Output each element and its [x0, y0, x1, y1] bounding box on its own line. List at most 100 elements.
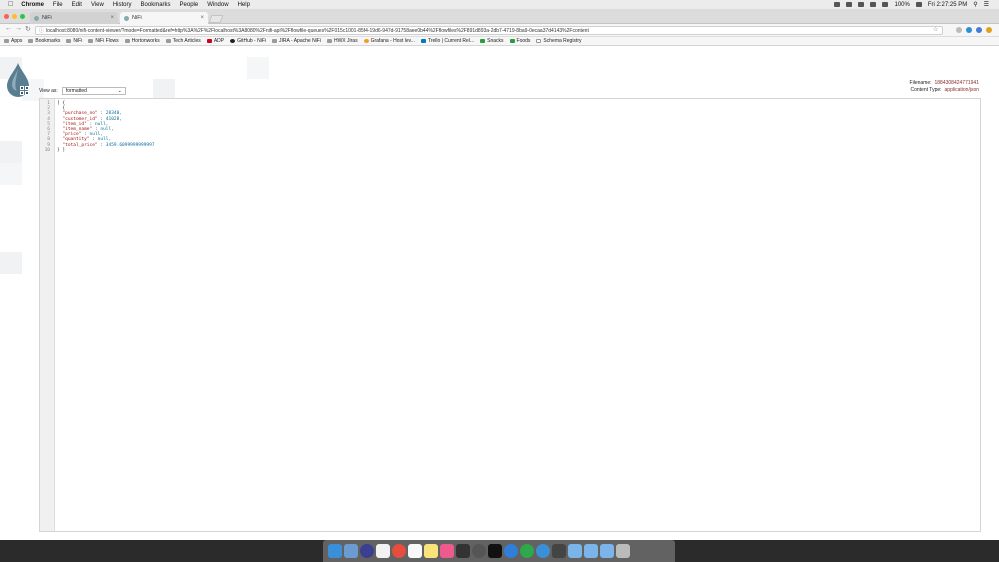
- launchpad-icon[interactable]: [344, 544, 358, 558]
- filename-label: Filename:: [909, 80, 932, 86]
- bookmark-hwx-jiras[interactable]: HWX Jiras: [326, 38, 358, 44]
- macos-menu-bar:  Chrome File Edit View History Bookmark…: [0, 0, 999, 9]
- line-number: 10: [44, 147, 50, 153]
- grafana-icon: [363, 39, 369, 43]
- cloud-icon[interactable]: [846, 2, 853, 7]
- bookmark-bookmarks[interactable]: Bookmarks: [28, 38, 60, 44]
- activity-monitor-icon[interactable]: [456, 544, 470, 558]
- dock: [323, 540, 675, 562]
- code-editor[interactable]: 1 2 3 4 5 6 7 8 9 10 [ { { "purchase_no" : 28340,…: [39, 98, 981, 532]
- bookmark-trello[interactable]: Trello | Current Rel...: [420, 38, 474, 44]
- code-line: } ]: [57, 147, 66, 153]
- new-tab-button[interactable]: [208, 15, 224, 23]
- battery-icon[interactable]: [915, 2, 922, 7]
- clock[interactable]: Fri 2:27:25 PM: [928, 2, 967, 8]
- spotify-icon[interactable]: [520, 544, 534, 558]
- bookmarks-bar: Apps Bookmarks NiFi NiFi Flows Hortonwor…: [0, 37, 999, 46]
- extension-icon[interactable]: [976, 27, 982, 33]
- menu-bookmarks[interactable]: Bookmarks: [141, 2, 171, 8]
- wifi-icon[interactable]: [870, 2, 877, 7]
- menu-edit[interactable]: Edit: [72, 2, 82, 8]
- trello-icon: [420, 39, 426, 43]
- sheet-icon: [509, 39, 515, 43]
- forward-arrow-icon[interactable]: →: [15, 25, 22, 32]
- folder-icon: [165, 39, 171, 43]
- reminders-icon[interactable]: [408, 544, 422, 558]
- line-number-gutter: 1 2 3 4 5 6 7 8 9 10: [40, 99, 55, 531]
- finder-icon[interactable]: [328, 544, 342, 558]
- search-icon[interactable]: ⚲: [973, 1, 977, 8]
- bookmark-star-icon[interactable]: ☆: [933, 26, 938, 33]
- maximize-window-button[interactable]: [20, 14, 25, 19]
- battery-percent[interactable]: 100%: [894, 2, 909, 8]
- close-window-button[interactable]: [4, 14, 9, 19]
- menu-view[interactable]: View: [91, 2, 104, 8]
- menu-people[interactable]: People: [180, 2, 199, 8]
- folder-icon[interactable]: [584, 544, 598, 558]
- extension-icon[interactable]: [956, 27, 962, 33]
- view-as-value: formatted: [65, 88, 87, 94]
- volume-icon[interactable]: [882, 2, 889, 7]
- downloads-folder-icon[interactable]: [600, 544, 614, 558]
- bookmark-grafana[interactable]: Grafana - Host lev...: [363, 38, 415, 44]
- bookmark-jira-nifi[interactable]: JIRA - Apache NiFi: [272, 38, 321, 44]
- bookmark-schema-registry[interactable]: Schema Registry: [536, 38, 582, 44]
- filename-value: 1884308424771941: [934, 80, 980, 86]
- bookmark-github-nifi[interactable]: GitHub - NiFi: [230, 38, 266, 44]
- terminal-icon[interactable]: [488, 544, 502, 558]
- bookmark-hortonworks[interactable]: Hortonworks: [124, 38, 160, 44]
- trash-icon[interactable]: [616, 544, 630, 558]
- chrome-icon[interactable]: [392, 544, 406, 558]
- tab-nifi-2[interactable]: NiFi ×: [120, 12, 208, 24]
- folder-icon[interactable]: [552, 544, 566, 558]
- status-icon[interactable]: [834, 2, 841, 7]
- back-arrow-icon[interactable]: ←: [5, 25, 12, 32]
- tab-title: NiFi: [132, 15, 142, 21]
- url-text: localhost:8080/nifi-content-viewer/?mode…: [46, 28, 589, 34]
- tab-bar: NiFi × NiFi ×: [0, 9, 999, 24]
- globe-icon[interactable]: [536, 544, 550, 558]
- close-tab-icon[interactable]: ×: [200, 12, 204, 24]
- apple-icon[interactable]: : [8, 1, 13, 8]
- bookmark-snacks[interactable]: Snacks: [480, 38, 504, 44]
- bookmark-nifi-flows[interactable]: NiFi Flows: [88, 38, 119, 44]
- content-viewer-page: View as: formatted ⌄ Filename: 1884308424…: [0, 47, 999, 540]
- menu-window[interactable]: Window: [207, 2, 228, 8]
- close-tab-icon[interactable]: ×: [110, 12, 114, 24]
- calendar-icon[interactable]: [376, 544, 390, 558]
- folder-icon[interactable]: [568, 544, 582, 558]
- minimize-window-button[interactable]: [12, 14, 17, 19]
- menu-list-icon[interactable]: ☰: [984, 1, 989, 8]
- bookmark-foods[interactable]: Foods: [509, 38, 530, 44]
- folder-icon: [124, 39, 130, 43]
- address-bar[interactable]: ⓘ localhost:8080/nifi-content-viewer/?mo…: [35, 26, 943, 35]
- background-tile: [0, 141, 22, 163]
- messages-icon[interactable]: [504, 544, 518, 558]
- notes-icon[interactable]: [424, 544, 438, 558]
- bookmark-tech-articles[interactable]: Tech Articles: [165, 38, 201, 44]
- bookmark-apps[interactable]: Apps: [4, 38, 22, 44]
- extension-icon[interactable]: [966, 27, 972, 33]
- info-icon[interactable]: ⓘ: [39, 27, 44, 34]
- view-as-label: View as:: [39, 88, 58, 94]
- menu-help[interactable]: Help: [238, 2, 250, 8]
- folder-icon: [66, 39, 72, 43]
- menu-history[interactable]: History: [113, 2, 132, 8]
- status-area: 100% Fri 2:27:25 PM ⚲ ☰: [834, 0, 989, 9]
- menu-file[interactable]: File: [53, 2, 63, 8]
- chevron-down-icon: ⌄: [117, 88, 122, 94]
- sheet-icon: [480, 39, 486, 43]
- eclipse-icon[interactable]: [360, 544, 374, 558]
- tab-nifi-1[interactable]: NiFi ×: [30, 12, 118, 24]
- profile-icon[interactable]: [986, 27, 992, 33]
- display-icon[interactable]: [858, 2, 865, 7]
- system-preferences-icon[interactable]: [472, 544, 486, 558]
- bookmark-nifi[interactable]: NiFi: [66, 38, 82, 44]
- bookmark-adp[interactable]: ADP: [206, 38, 224, 44]
- reload-icon[interactable]: ↻: [25, 25, 31, 33]
- view-as-control: View as: formatted ⌄: [39, 87, 126, 95]
- browser-window: NiFi × NiFi × ← → ↻ ⓘ localhost:8080/nif…: [0, 9, 999, 540]
- itunes-icon[interactable]: [440, 544, 454, 558]
- menu-chrome[interactable]: Chrome: [21, 2, 44, 8]
- view-as-select[interactable]: formatted ⌄: [61, 87, 126, 95]
